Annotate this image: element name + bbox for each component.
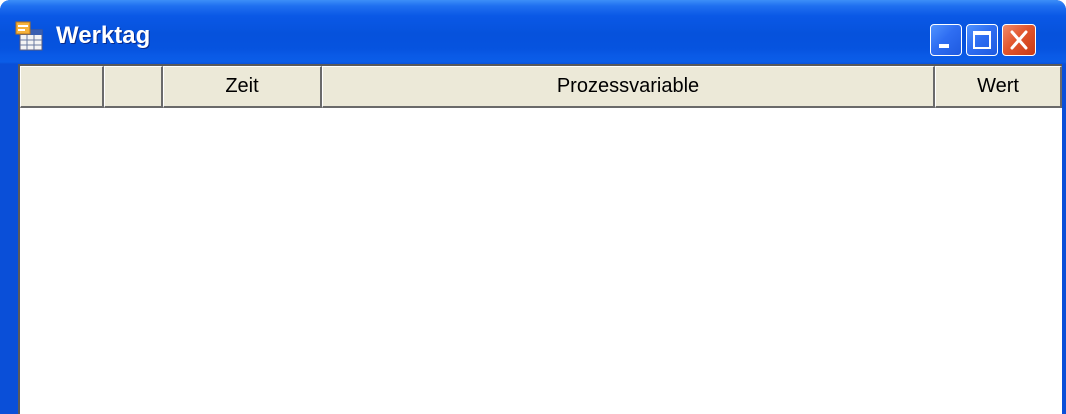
table-view: Zeit Prozessvariable Wert xyxy=(18,64,1062,414)
column-header-wert[interactable]: Wert xyxy=(935,66,1062,108)
close-button[interactable] xyxy=(1002,24,1036,56)
window-title: Werktag xyxy=(56,22,151,49)
maximize-button[interactable] xyxy=(966,24,998,56)
column-header-prozessvariable[interactable]: Prozessvariable xyxy=(322,66,935,108)
table-header: Zeit Prozessvariable Wert xyxy=(20,66,1062,108)
column-header-1[interactable] xyxy=(20,66,104,108)
minimize-button[interactable] xyxy=(930,24,962,56)
column-header-2[interactable] xyxy=(104,66,163,108)
column-header-zeit[interactable]: Zeit xyxy=(163,66,322,108)
table-app-icon xyxy=(14,20,46,52)
app-window: Werktag Zeit Prozessvariable Wert xyxy=(0,0,1066,414)
table-body[interactable] xyxy=(20,108,1062,414)
title-bar[interactable]: Werktag xyxy=(0,0,1066,64)
